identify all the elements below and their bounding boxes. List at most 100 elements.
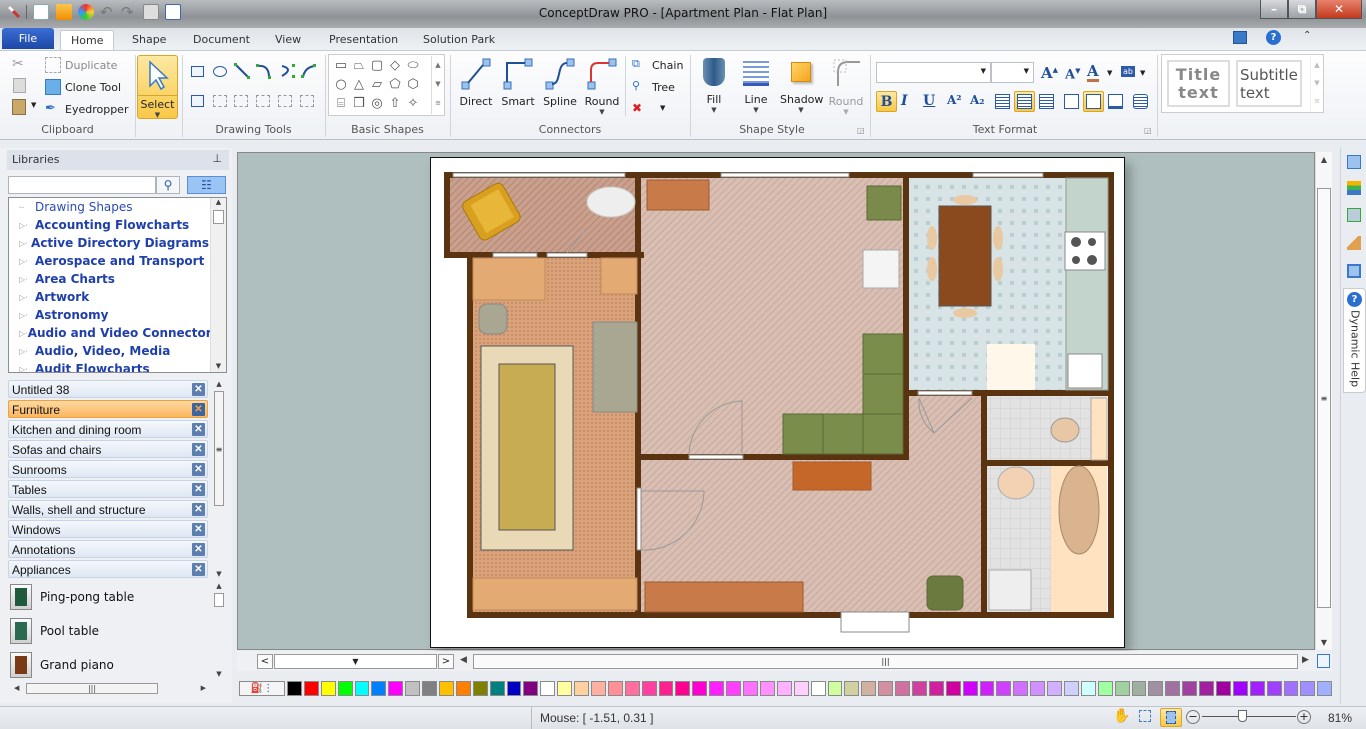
spline-connector-button[interactable]: Spline — [540, 56, 580, 108]
color-swatch[interactable] — [287, 680, 302, 696]
help-icon[interactable]: ? — [1266, 30, 1281, 45]
tree-button[interactable]: ⚲ Tree — [632, 77, 675, 97]
color-swatch[interactable] — [1182, 680, 1198, 696]
diamond-shape-icon[interactable]: ◇ — [386, 56, 404, 75]
scroll-up-icon[interactable]: ▲ — [1316, 152, 1332, 164]
combine-icon[interactable] — [278, 95, 292, 107]
font-family-select[interactable]: ▼ — [876, 62, 991, 83]
italic-button[interactable]: I — [901, 93, 908, 109]
expand-icon[interactable]: ▷· — [19, 275, 35, 284]
shadow-button[interactable]: Shadow ▼ — [780, 58, 823, 114]
superscript-button[interactable]: A² — [947, 93, 962, 107]
color-swatch[interactable] — [895, 680, 910, 696]
tab-view[interactable]: View — [265, 30, 311, 50]
color-swatch[interactable] — [371, 680, 387, 696]
restore-button[interactable]: ⧉ — [1288, 0, 1316, 19]
zoom-slider[interactable] — [1202, 710, 1296, 722]
color-swatch[interactable] — [1199, 680, 1214, 696]
open-library-row[interactable]: Annotations ✕ — [8, 540, 208, 558]
color-swatch[interactable] — [1165, 680, 1181, 696]
scroll-right-icon[interactable]: ▶ — [1302, 655, 1309, 665]
color-swatch[interactable] — [1300, 680, 1316, 696]
color-swatch[interactable] — [422, 680, 438, 696]
scroll-down-icon[interactable]: ▼ — [212, 670, 226, 678]
color-swatch[interactable] — [557, 680, 573, 696]
color-swatch[interactable] — [337, 680, 353, 696]
color-swatch[interactable] — [709, 680, 725, 696]
expand-icon[interactable]: ▷· — [19, 293, 35, 302]
ellipse-shape-icon[interactable]: ⬭ — [404, 56, 422, 75]
color-swatch[interactable] — [776, 680, 792, 696]
tab-shape[interactable]: Shape — [122, 30, 176, 50]
library-shape-item[interactable]: Grand piano — [10, 651, 114, 679]
smart-connector-button[interactable]: Smart — [498, 56, 538, 108]
color-swatch[interactable] — [1030, 680, 1046, 696]
color-swatch[interactable] — [743, 680, 758, 696]
trapezoid-shape-icon[interactable]: ⏢ — [350, 56, 368, 75]
save-icon[interactable] — [143, 4, 159, 20]
open-library-row[interactable]: Untitled 38 ✕ — [8, 380, 208, 398]
next-page-button[interactable]: > — [438, 654, 454, 669]
color-swatch[interactable] — [1215, 680, 1231, 696]
font-color-dropdown-icon[interactable]: ▼ — [1107, 69, 1112, 77]
bezier-tool-icon[interactable] — [280, 63, 296, 82]
align-top-icon[interactable] — [1064, 94, 1079, 109]
redo-icon[interactable]: ↷ — [121, 4, 137, 20]
tab-solution-park[interactable]: Solution Park — [413, 30, 505, 50]
freehand-tool-icon[interactable] — [301, 63, 317, 82]
close-library-icon[interactable]: ✕ — [192, 423, 205, 436]
ellipse-tool-icon[interactable] — [213, 66, 227, 77]
styles-gallery-scroll[interactable]: ▲ ▼ ≡ — [1310, 56, 1323, 112]
open-library-row[interactable]: Appliances ✕ — [8, 560, 208, 578]
hexagon-shape-icon[interactable]: ⬡ — [404, 75, 422, 94]
color-swatch[interactable] — [1013, 680, 1029, 696]
underline-button[interactable]: U — [923, 93, 935, 109]
open-library-row[interactable]: Kitchen and dining room ✕ — [8, 420, 208, 438]
new-icon[interactable] — [33, 4, 49, 20]
scroll-thumb[interactable]: ≡ — [214, 391, 224, 506]
color-swatch[interactable] — [1097, 680, 1113, 696]
close-library-icon[interactable]: ✕ — [192, 503, 205, 516]
close-library-icon[interactable]: ✕ — [192, 523, 205, 536]
close-library-icon[interactable]: ✕ — [192, 443, 205, 456]
library-tree-item[interactable]: ▷· Active Directory Diagrams — [9, 234, 209, 252]
clone-tool-button[interactable]: Clone Tool — [45, 77, 121, 97]
color-swatch[interactable] — [354, 680, 370, 696]
library-search-input[interactable] — [8, 176, 156, 194]
close-library-icon[interactable]: ✕ — [192, 483, 205, 496]
library-shape-item[interactable]: Ping-pong table — [10, 583, 134, 611]
expand-icon[interactable]: ▷· — [19, 239, 31, 248]
color-swatch[interactable] — [388, 680, 404, 696]
color-swatch[interactable] — [861, 680, 877, 696]
insert-point-icon[interactable] — [213, 95, 227, 107]
text-highlight-dropdown-icon[interactable]: ▼ — [1140, 69, 1145, 77]
library-tree-scrollbar[interactable]: ▲ ▼ — [210, 198, 226, 372]
color-swatch[interactable] — [810, 680, 826, 696]
layers-icon[interactable] — [1347, 181, 1361, 195]
zoom-slider-thumb[interactable] — [1237, 710, 1247, 722]
minimize-button[interactable]: – — [1260, 0, 1288, 19]
close-library-icon[interactable]: ✕ — [192, 403, 205, 416]
expand-icon[interactable]: ▷· — [19, 257, 35, 266]
dynamic-help-tab[interactable]: ? Dynamic Help — [1343, 288, 1366, 393]
font-color-icon[interactable]: A — [1087, 63, 1099, 82]
scroll-left-icon[interactable]: ◀ — [460, 655, 467, 665]
color-swatch[interactable] — [523, 680, 539, 696]
bold-button[interactable]: B — [876, 91, 897, 112]
round-corners-button[interactable]: Round ▼ — [826, 58, 866, 116]
library-tree-item[interactable]: ▷· Aerospace and Transport — [9, 252, 209, 270]
styles-down-icon[interactable]: ▼ — [1311, 74, 1323, 92]
arc-tool-icon[interactable] — [256, 63, 272, 82]
round-connector-button[interactable]: Round ▼ — [582, 56, 622, 116]
close-library-icon[interactable]: ✕ — [192, 543, 205, 556]
color-swatch[interactable] — [405, 680, 421, 696]
color-swatch[interactable] — [1283, 680, 1299, 696]
drawing-page[interactable] — [430, 157, 1125, 648]
color-swatch[interactable] — [591, 680, 606, 696]
color-swatch[interactable] — [472, 680, 488, 696]
open-library-row[interactable]: Windows ✕ — [8, 520, 208, 538]
color-swatch[interactable] — [320, 680, 336, 696]
zoom-area-icon[interactable] — [1139, 710, 1151, 722]
star-shape-icon[interactable]: ✧ — [404, 94, 422, 113]
color-swatch[interactable] — [844, 680, 860, 696]
